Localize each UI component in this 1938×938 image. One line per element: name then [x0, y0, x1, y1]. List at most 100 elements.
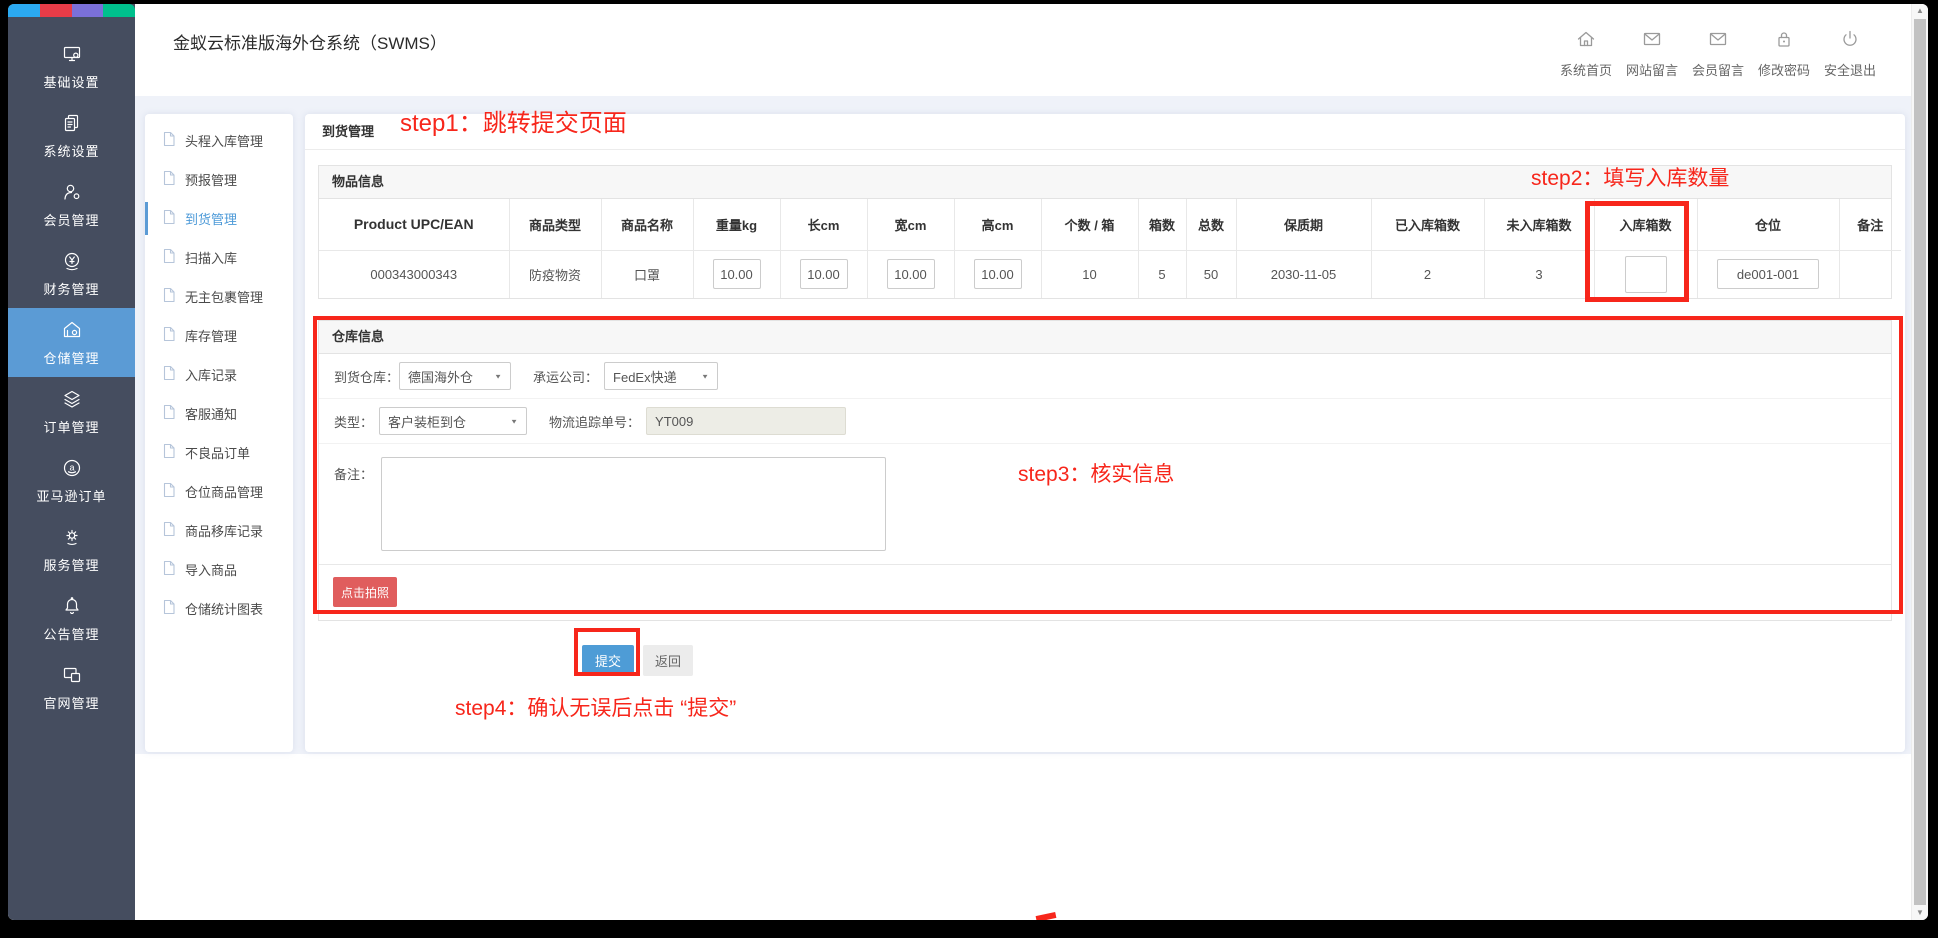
submit-button[interactable]: 提交	[582, 645, 634, 676]
sidebar-item-basic-settings[interactable]: 基础设置	[8, 32, 135, 101]
menu-item-service-notice[interactable]: 客服通知	[145, 394, 293, 433]
cell-input-boxes	[1594, 250, 1697, 298]
bell-icon	[61, 595, 83, 617]
annotation-step2: step2：填写入库数量	[1531, 162, 1729, 192]
goods-table: Product UPC/EAN 商品类型 商品名称 重量kg 长cm 宽cm 高…	[319, 199, 1901, 298]
form-row-arrival: 到货仓库： 德国海外仓 ▼ 承运公司： FedEx快递 ▼	[319, 354, 1891, 399]
header-action-home[interactable]: 系统首页	[1553, 28, 1619, 79]
cell-not-in-boxes: 3	[1484, 250, 1594, 298]
svg-text:a: a	[69, 462, 74, 472]
arrival-warehouse-label: 到货仓库：	[334, 367, 399, 386]
menu-item-label: 不良品订单	[185, 443, 250, 462]
chevron-down-icon: ▼	[494, 372, 502, 379]
document-icon	[162, 482, 176, 501]
menu-item-defective-orders[interactable]: 不良品订单	[145, 433, 293, 472]
cell-name: 口罩	[601, 250, 693, 298]
sidebar-item-member-management[interactable]: 会员管理	[8, 170, 135, 239]
menu-item-first-leg-inbound[interactable]: 头程入库管理	[145, 121, 293, 160]
form-row-type: 类型： 客户装柜到仓 ▼ 物流追踪单号：	[319, 399, 1891, 444]
member-gear-icon	[61, 181, 83, 203]
header-action-label: 安全退出	[1824, 60, 1876, 79]
slot-input[interactable]	[1717, 259, 1819, 289]
lock-icon	[1773, 28, 1795, 55]
cell-per-box: 10	[1041, 250, 1138, 298]
menu-item-inventory[interactable]: 库存管理	[145, 316, 293, 355]
sidebar-item-warehouse-management[interactable]: 仓储管理	[8, 308, 135, 377]
header-action-change-password[interactable]: 修改密码	[1751, 28, 1817, 79]
vertical-scrollbar[interactable]: ▲ ▼	[1911, 4, 1928, 920]
menu-item-label: 扫描入库	[185, 248, 237, 267]
service-gear-icon	[61, 526, 83, 548]
scroll-down-icon[interactable]: ▼	[1912, 906, 1928, 920]
scrollbar-thumb[interactable]	[1914, 19, 1926, 905]
header-action-logout[interactable]: 安全退出	[1817, 28, 1883, 79]
type-select[interactable]: 客户装柜到仓 ▼	[379, 407, 527, 435]
tracking-number-input[interactable]	[646, 407, 846, 435]
header-action-member-messages[interactable]: 会员留言	[1685, 28, 1751, 79]
sidebar-item-system-settings[interactable]: 系统设置	[8, 101, 135, 170]
secondary-menu: 头程入库管理 预报管理 到货管理 扫描入库 无主包裹管理 库存管理	[145, 114, 293, 752]
content-card: 到货管理 物品信息 Product UPC/EAN 商品类型 商品名称	[305, 114, 1905, 752]
cell-weight	[693, 250, 780, 298]
menu-item-slot-goods[interactable]: 仓位商品管理	[145, 472, 293, 511]
sidebar-item-website-management[interactable]: 官网管理	[8, 653, 135, 722]
mail-icon	[1641, 28, 1663, 55]
col-length: 长cm	[780, 199, 867, 250]
menu-item-label: 库存管理	[185, 326, 237, 345]
arrival-warehouse-select[interactable]: 德国海外仓 ▼	[399, 362, 511, 390]
document-icon	[162, 521, 176, 540]
power-icon	[1839, 28, 1861, 55]
arrival-warehouse-value: 德国海外仓	[408, 367, 473, 386]
cell-length	[780, 250, 867, 298]
page-title: 金蚁云标准版海外仓系统（SWMS）	[173, 29, 447, 54]
sidebar-item-label: 基础设置	[43, 72, 99, 91]
col-input-boxes: 入库箱数	[1594, 199, 1697, 250]
remark-textarea[interactable]	[381, 457, 886, 551]
goods-table-row: 000343000343 防疫物资 口罩 10 5 50 2030-11-05 …	[319, 250, 1901, 298]
inbound-boxes-input[interactable]	[1625, 256, 1667, 293]
type-label: 类型：	[334, 412, 373, 431]
primary-nav: 基础设置 系统设置 会员管理 财务管理 仓储管理 订单管理	[8, 17, 135, 722]
menu-item-scan-inbound[interactable]: 扫描入库	[145, 238, 293, 277]
cell-in-boxes: 2	[1371, 250, 1484, 298]
sidebar-item-service-management[interactable]: 服务管理	[8, 515, 135, 584]
take-photo-button[interactable]: 点击拍照	[333, 577, 397, 607]
menu-item-goods-move-records[interactable]: 商品移库记录	[145, 511, 293, 550]
col-total: 总数	[1186, 199, 1236, 250]
weight-input[interactable]	[713, 259, 761, 289]
sidebar-item-finance-management[interactable]: 财务管理	[8, 239, 135, 308]
sidebar-item-notice-management[interactable]: 公告管理	[8, 584, 135, 653]
menu-item-warehouse-statistics[interactable]: 仓储统计图表	[145, 589, 293, 628]
sidebar-item-label: 服务管理	[43, 555, 99, 574]
chevron-down-icon: ▼	[510, 417, 518, 424]
sidebar-item-amazon-orders[interactable]: a 亚马逊订单	[8, 446, 135, 515]
document-icon	[162, 365, 176, 384]
height-input[interactable]	[974, 259, 1022, 289]
menu-item-forecast[interactable]: 预报管理	[145, 160, 293, 199]
menu-item-arrival-management[interactable]: 到货管理	[145, 199, 293, 238]
mail-icon	[1707, 28, 1729, 55]
menu-item-unclaimed-parcels[interactable]: 无主包裹管理	[145, 277, 293, 316]
scroll-up-icon[interactable]: ▲	[1912, 4, 1928, 18]
main-area: 头程入库管理 预报管理 到货管理 扫描入库 无主包裹管理 库存管理	[135, 96, 1911, 920]
menu-item-import-goods[interactable]: 导入商品	[145, 550, 293, 589]
menu-item-inbound-records[interactable]: 入库记录	[145, 355, 293, 394]
amazon-icon: a	[61, 457, 83, 479]
menu-item-label: 无主包裹管理	[185, 287, 263, 306]
header-action-label: 修改密码	[1758, 60, 1810, 79]
annotation-step1: step1：跳转提交页面	[400, 103, 627, 138]
strip-teal	[103, 4, 135, 17]
back-button[interactable]: 返回	[643, 645, 693, 676]
tracking-label: 物流追踪单号：	[549, 412, 640, 431]
sidebar-item-label: 公告管理	[43, 624, 99, 643]
col-not-in-boxes: 未入库箱数	[1484, 199, 1594, 250]
carrier-select[interactable]: FedEx快递 ▼	[604, 362, 718, 390]
remark-label: 备注：	[334, 464, 373, 483]
length-input[interactable]	[800, 259, 848, 289]
layers-icon	[61, 388, 83, 410]
width-input[interactable]	[887, 259, 935, 289]
sidebar-item-order-management[interactable]: 订单管理	[8, 377, 135, 446]
header-action-site-messages[interactable]: 网站留言	[1619, 28, 1685, 79]
col-expiry: 保质期	[1236, 199, 1371, 250]
warehouse-panel-title: 仓库信息	[319, 321, 1891, 354]
